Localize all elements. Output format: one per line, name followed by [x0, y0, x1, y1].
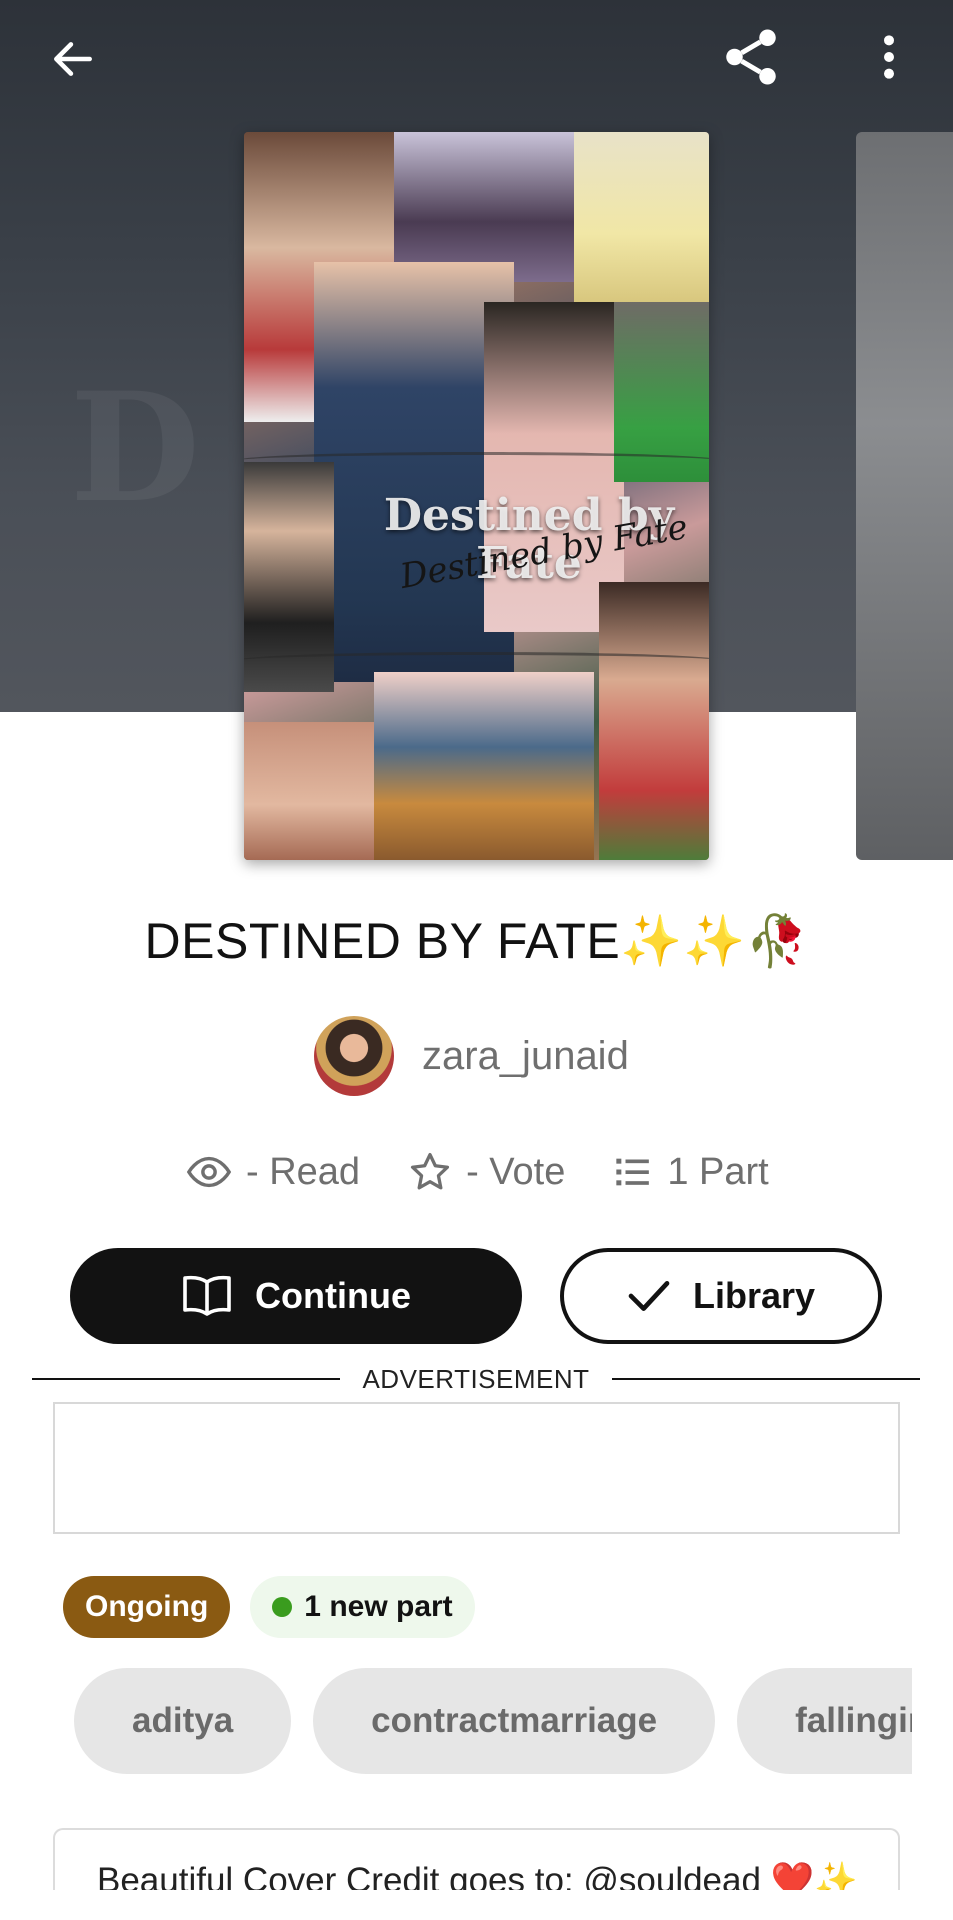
cover-photo-tile	[374, 672, 594, 860]
status-badges: Ongoing 1 new part	[63, 1576, 475, 1638]
more-vertical-icon	[884, 35, 894, 79]
cover-divider	[244, 652, 709, 670]
screen-bottom-edge	[0, 1890, 953, 1920]
votes-stat: - Vote	[408, 1150, 565, 1194]
next-story-cover[interactable]	[856, 132, 953, 860]
open-book-icon	[183, 1275, 231, 1316]
cover-photo-tile	[394, 132, 574, 282]
new-part-dot	[272, 1597, 293, 1617]
parts-stat: 1 Part	[613, 1150, 769, 1194]
share-button[interactable]	[706, 12, 796, 102]
divider	[32, 1378, 341, 1380]
checkmark-icon	[628, 1281, 670, 1311]
reads-count: - Read	[246, 1150, 361, 1193]
parts-count: 1 Part	[667, 1150, 769, 1193]
status-badge: Ongoing	[63, 1576, 231, 1638]
new-part-badge: 1 new part	[250, 1576, 475, 1638]
backdrop-blur-letter: D	[70, 360, 201, 536]
tag-chip[interactable]: aditya	[74, 1668, 292, 1774]
author-link[interactable]: zara_junaid	[314, 1014, 629, 1098]
library-label: Library	[692, 1275, 816, 1316]
top-bar	[0, 0, 953, 120]
story-title: DESTINED BY FATE✨✨🥀	[144, 913, 809, 969]
story-cover[interactable]: Destined by Fate Destined by Fate	[244, 132, 709, 860]
author-avatar[interactable]	[314, 1016, 394, 1096]
tag-list[interactable]: aditya contractmarriage fallinginlove	[74, 1668, 912, 1774]
share-icon	[726, 29, 776, 85]
cover-photo-tile	[244, 722, 374, 860]
cover-photo-tile	[599, 582, 709, 860]
reads-stat: - Read	[186, 1149, 360, 1195]
votes-count: - Vote	[466, 1150, 566, 1193]
continue-button[interactable]: Continue	[70, 1248, 522, 1344]
more-options-button[interactable]	[844, 12, 934, 102]
back-button[interactable]	[28, 14, 118, 104]
eye-icon	[186, 1156, 232, 1188]
continue-label: Continue	[255, 1275, 411, 1316]
cover-divider	[244, 452, 709, 470]
list-icon	[616, 1158, 650, 1186]
cover-photo-tile	[574, 132, 709, 302]
arrow-left-icon	[54, 42, 92, 76]
story-stats: - Read - Vote 1 Part	[186, 1142, 817, 1202]
advertisement-slot[interactable]	[53, 1402, 900, 1534]
advertisement-header: ADVERTISEMENT	[32, 1362, 920, 1396]
author-name[interactable]: zara_junaid	[422, 1034, 629, 1079]
advertisement-label: ADVERTISEMENT	[362, 1363, 590, 1394]
tag-chip[interactable]: contractmarriage	[313, 1668, 716, 1774]
new-part-label: 1 new part	[304, 1590, 453, 1623]
tag-chip[interactable]: fallinginlove	[737, 1668, 912, 1774]
library-button[interactable]: Library	[560, 1248, 882, 1344]
star-icon	[410, 1152, 450, 1190]
divider	[611, 1378, 920, 1380]
